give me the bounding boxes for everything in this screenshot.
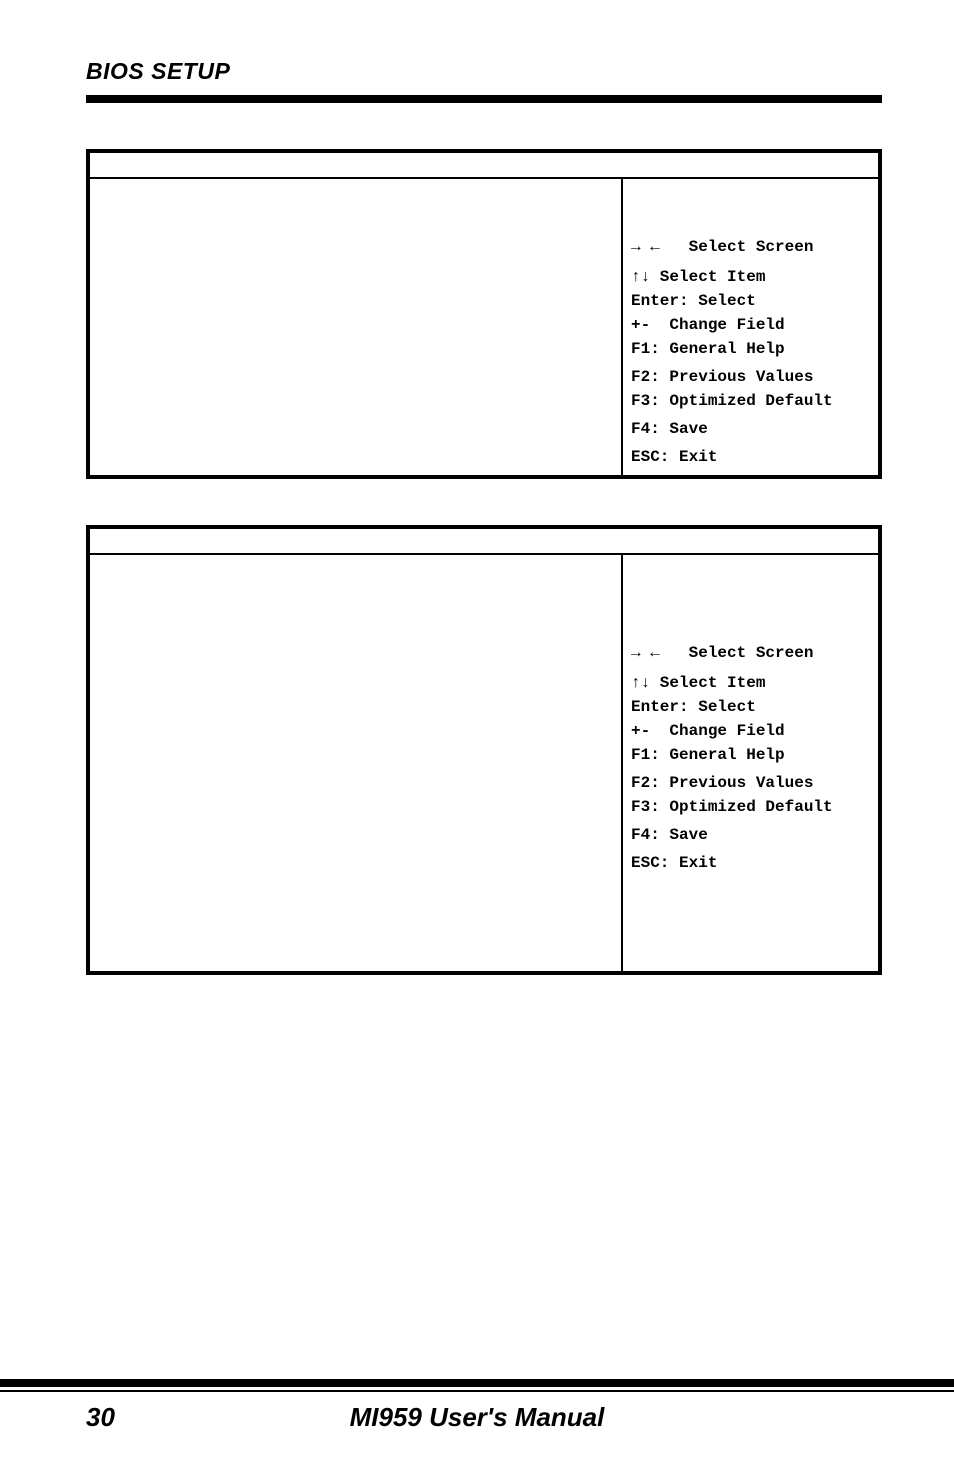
help-select-item: ↑↓ Select Item <box>631 671 870 695</box>
help-enter: Enter: Select <box>631 695 870 719</box>
help-opt-default: F3: Optimized Default <box>631 389 870 413</box>
page-number: 30 <box>86 1402 115 1433</box>
bios-panel-a-titlebar <box>90 153 878 179</box>
help-prev-values: F2: Previous Values <box>631 771 870 795</box>
help-select-screen: → ← Select Screen <box>631 235 870 259</box>
bios-panel-a-help: → ← Select Screen ↑↓ Select Item Enter: … <box>623 179 878 475</box>
footer-title: MI959 User's Manual <box>350 1402 605 1433</box>
bios-panel-a-content <box>90 179 623 475</box>
bios-panel-b-titlebar <box>90 529 878 555</box>
bios-panel-b-content <box>90 555 623 971</box>
help-opt-default: F3: Optimized Default <box>631 795 870 819</box>
footer-divider-thin <box>0 1390 954 1392</box>
bios-panel-b-help: → ← Select Screen ↑↓ Select Item Enter: … <box>623 555 878 971</box>
header-divider <box>86 95 882 103</box>
help-save: F4: Save <box>631 823 870 847</box>
help-select-screen: → ← Select Screen <box>631 641 870 665</box>
help-general-help: F1: General Help <box>631 743 870 767</box>
page-footer: 30 MI959 User's Manual <box>0 1379 954 1433</box>
page-section-title: BIOS SETUP <box>86 58 882 85</box>
help-general-help: F1: General Help <box>631 337 870 361</box>
help-select-item: ↑↓ Select Item <box>631 265 870 289</box>
help-change-field: +- Change Field <box>631 313 870 337</box>
help-enter: Enter: Select <box>631 289 870 313</box>
help-exit: ESC: Exit <box>631 445 870 469</box>
footer-divider-thick <box>0 1379 954 1387</box>
bios-panel-a: → ← Select Screen ↑↓ Select Item Enter: … <box>86 149 882 479</box>
help-prev-values: F2: Previous Values <box>631 365 870 389</box>
help-save: F4: Save <box>631 417 870 441</box>
help-exit: ESC: Exit <box>631 851 870 875</box>
help-change-field: +- Change Field <box>631 719 870 743</box>
bios-panel-b: → ← Select Screen ↑↓ Select Item Enter: … <box>86 525 882 975</box>
